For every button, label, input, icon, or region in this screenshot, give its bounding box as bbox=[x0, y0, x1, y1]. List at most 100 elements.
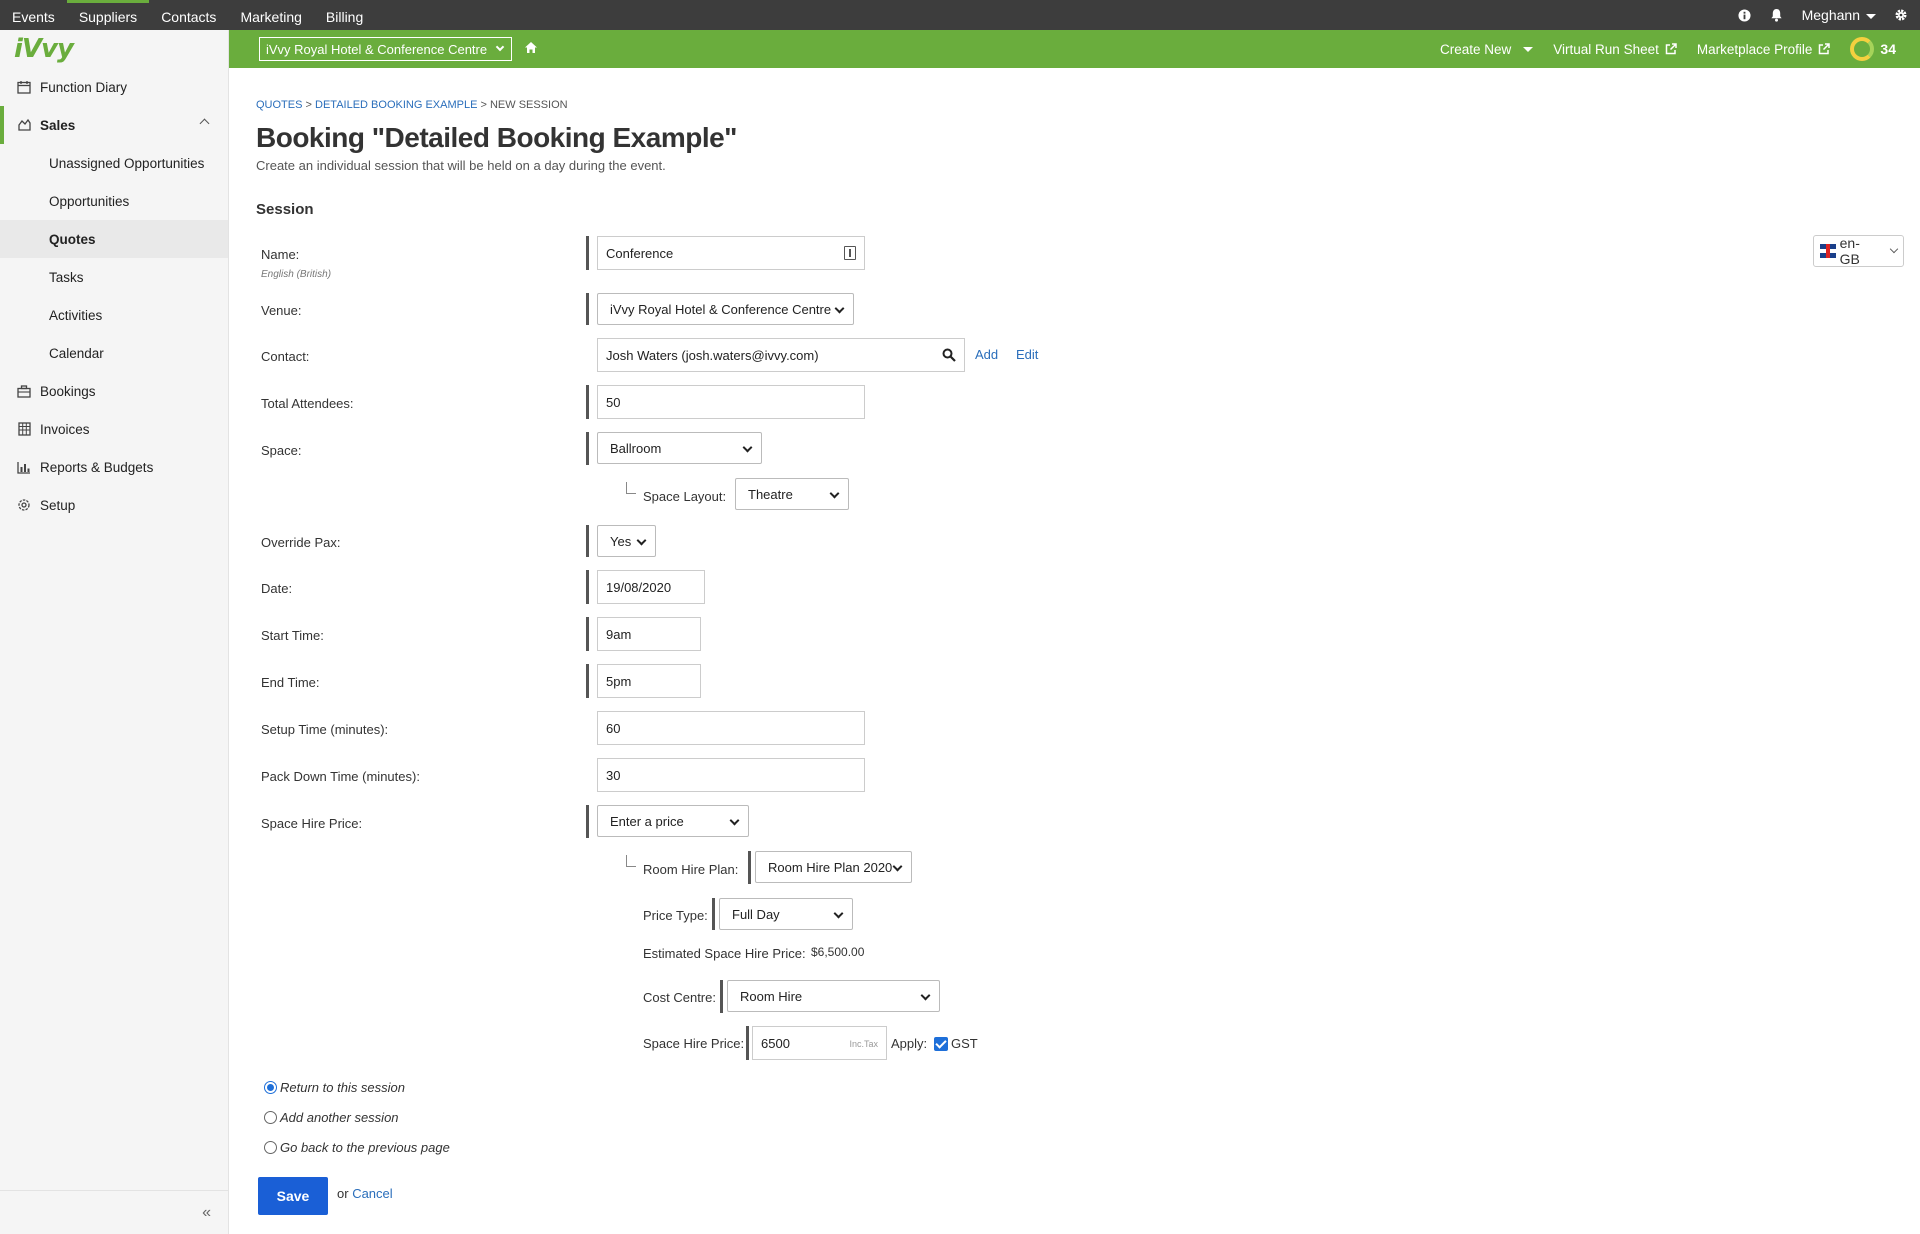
cost-centre-select[interactable]: Room Hire bbox=[727, 980, 940, 1012]
gear-icon bbox=[16, 497, 32, 513]
top-nav-events[interactable]: Events bbox=[0, 0, 67, 30]
breadcrumb-quotes[interactable]: QUOTES bbox=[256, 99, 302, 111]
chart-icon bbox=[16, 459, 32, 475]
radio-add-another-session[interactable]: Add another session bbox=[264, 1110, 399, 1125]
venue-bar-actions: Create New Virtual Run Sheet Marketplace… bbox=[1440, 37, 1920, 61]
required-marker bbox=[586, 570, 589, 604]
or-text: or bbox=[337, 1186, 349, 1201]
required-marker bbox=[712, 898, 715, 930]
pack-down-value: 30 bbox=[606, 767, 621, 783]
date-input[interactable]: 19/08/2020 bbox=[597, 570, 705, 604]
contact-value: Josh Waters (josh.waters@ivvy.com) bbox=[606, 347, 819, 363]
language-select[interactable]: en-GB bbox=[1813, 235, 1904, 267]
cancel-link[interactable]: Cancel bbox=[352, 1186, 392, 1201]
create-new-menu[interactable]: Create New bbox=[1440, 42, 1534, 57]
sidebar-item-tasks[interactable]: Tasks bbox=[0, 258, 228, 296]
venue-label: Venue: bbox=[261, 303, 302, 318]
setup-time-input[interactable]: 60 bbox=[597, 711, 865, 745]
top-nav-billing[interactable]: Billing bbox=[314, 0, 375, 30]
room-hire-plan-select[interactable]: Room Hire Plan 2020 bbox=[755, 851, 912, 883]
sidebar-item-unassigned-opportunities[interactable]: Unassigned Opportunities bbox=[0, 144, 228, 182]
marketplace-profile-link[interactable]: Marketplace Profile bbox=[1697, 42, 1831, 57]
sidebar-item-label: Bookings bbox=[40, 383, 96, 399]
chevron-up-icon[interactable] bbox=[199, 118, 210, 129]
end-time-value: 5pm bbox=[606, 673, 632, 689]
calendar-icon bbox=[16, 79, 32, 95]
space-hire-price-mode-value: Enter a price bbox=[610, 813, 684, 829]
radio-return-to-session[interactable]: Return to this session bbox=[264, 1080, 405, 1095]
sidebar-item-label: Setup bbox=[40, 497, 76, 513]
override-pax-select[interactable]: Yes bbox=[597, 525, 656, 557]
space-hire-price-mode-select[interactable]: Enter a price bbox=[597, 805, 749, 837]
virtual-run-sheet-link[interactable]: Virtual Run Sheet bbox=[1553, 42, 1677, 57]
contact-label: Contact: bbox=[261, 349, 310, 364]
sidebar-item-setup[interactable]: Setup bbox=[0, 486, 228, 524]
session-name-input[interactable]: Conference bbox=[597, 236, 865, 270]
required-marker bbox=[586, 664, 589, 698]
radio-button[interactable] bbox=[264, 1111, 277, 1124]
total-attendees-input[interactable]: 50 bbox=[597, 385, 865, 419]
price-type-select[interactable]: Full Day bbox=[719, 898, 853, 930]
space-hire-price-input[interactable]: 6500 Inc.Tax bbox=[752, 1026, 887, 1060]
space-select[interactable]: Ballroom bbox=[597, 432, 762, 464]
breadcrumb-separator: > bbox=[480, 99, 487, 111]
sidebar-item-label: Unassigned Opportunities bbox=[49, 155, 205, 171]
sidebar-item-function-diary[interactable]: Function Diary bbox=[0, 68, 228, 106]
radio-go-back[interactable]: Go back to the previous page bbox=[264, 1140, 450, 1155]
sidebar-item-label: Tasks bbox=[49, 269, 84, 285]
chevron-down-icon bbox=[920, 990, 931, 1001]
info-icon[interactable] bbox=[1738, 8, 1752, 22]
required-marker bbox=[586, 432, 589, 465]
venue-select[interactable]: iVvy Royal Hotel & Conference Centre bbox=[597, 293, 854, 325]
sidebar-item-activities[interactable]: Activities bbox=[0, 296, 228, 334]
add-contact-link[interactable]: Add bbox=[975, 347, 998, 362]
sidebar-item-bookings[interactable]: Bookings bbox=[0, 372, 228, 410]
venue-value: iVvy Royal Hotel & Conference Centre bbox=[610, 301, 832, 317]
translate-icon[interactable] bbox=[844, 246, 856, 260]
start-time-input[interactable]: 9am bbox=[597, 617, 701, 651]
chevron-down-icon bbox=[729, 815, 740, 826]
gst-checkbox[interactable] bbox=[934, 1037, 948, 1051]
radio-label: Go back to the previous page bbox=[280, 1140, 450, 1155]
radio-button[interactable] bbox=[264, 1141, 277, 1154]
collapse-sidebar-button[interactable]: « bbox=[0, 1190, 229, 1234]
radio-label: Return to this session bbox=[280, 1080, 406, 1095]
space-hire-price-label: Space Hire Price: bbox=[261, 816, 363, 831]
sidebar-item-quotes[interactable]: Quotes bbox=[0, 220, 228, 258]
sidebar-item-sales[interactable]: Sales bbox=[0, 106, 228, 144]
contact-search-input[interactable]: Josh Waters (josh.waters@ivvy.com) bbox=[597, 338, 965, 372]
sub-field-connector bbox=[626, 482, 636, 494]
page-subtitle: Create an individual session that will b… bbox=[256, 158, 666, 173]
section-title: Session bbox=[256, 201, 314, 218]
venue-switcher-value: iVvy Royal Hotel & Conference Centre bbox=[266, 41, 488, 57]
score-ring-icon bbox=[1850, 37, 1875, 61]
sidebar-item-label: Invoices bbox=[40, 421, 90, 437]
space-layout-select[interactable]: Theatre bbox=[735, 478, 849, 510]
bell-icon[interactable] bbox=[1770, 8, 1784, 22]
virtual-run-sheet-label: Virtual Run Sheet bbox=[1553, 41, 1659, 57]
sidebar-item-invoices[interactable]: Invoices bbox=[0, 410, 228, 448]
user-menu[interactable]: Meghann bbox=[1802, 7, 1876, 23]
score-widget[interactable]: 34 bbox=[1850, 37, 1896, 61]
breadcrumb-detailed-booking[interactable]: DETAILED BOOKING EXAMPLE bbox=[315, 99, 477, 111]
sidebar-item-label: Activities bbox=[49, 307, 103, 323]
sidebar-item-opportunities[interactable]: Opportunities bbox=[0, 182, 228, 220]
home-icon[interactable] bbox=[524, 41, 540, 57]
sidebar-item-reports-budgets[interactable]: Reports & Budgets bbox=[0, 448, 228, 486]
sidebar-item-calendar[interactable]: Calendar bbox=[0, 334, 228, 372]
venue-switcher-select[interactable]: iVvy Royal Hotel & Conference Centre bbox=[259, 37, 513, 61]
pack-down-time-input[interactable]: 30 bbox=[597, 758, 865, 792]
save-button[interactable]: Save bbox=[258, 1177, 328, 1215]
breadcrumb-separator: > bbox=[305, 99, 312, 111]
top-nav-marketing[interactable]: Marketing bbox=[228, 0, 313, 30]
gear-icon[interactable] bbox=[1894, 8, 1908, 22]
top-nav-contacts[interactable]: Contacts bbox=[149, 0, 228, 30]
top-nav-suppliers[interactable]: Suppliers bbox=[66, 0, 150, 30]
name-label: Name: bbox=[261, 247, 300, 262]
radio-button[interactable] bbox=[264, 1081, 277, 1094]
end-time-input[interactable]: 5pm bbox=[597, 664, 701, 698]
edit-contact-link[interactable]: Edit bbox=[1016, 347, 1038, 362]
ivvy-logo[interactable]: iVvy bbox=[0, 30, 228, 68]
sidebar-item-label: Function Diary bbox=[40, 79, 128, 95]
search-icon[interactable] bbox=[942, 348, 958, 364]
